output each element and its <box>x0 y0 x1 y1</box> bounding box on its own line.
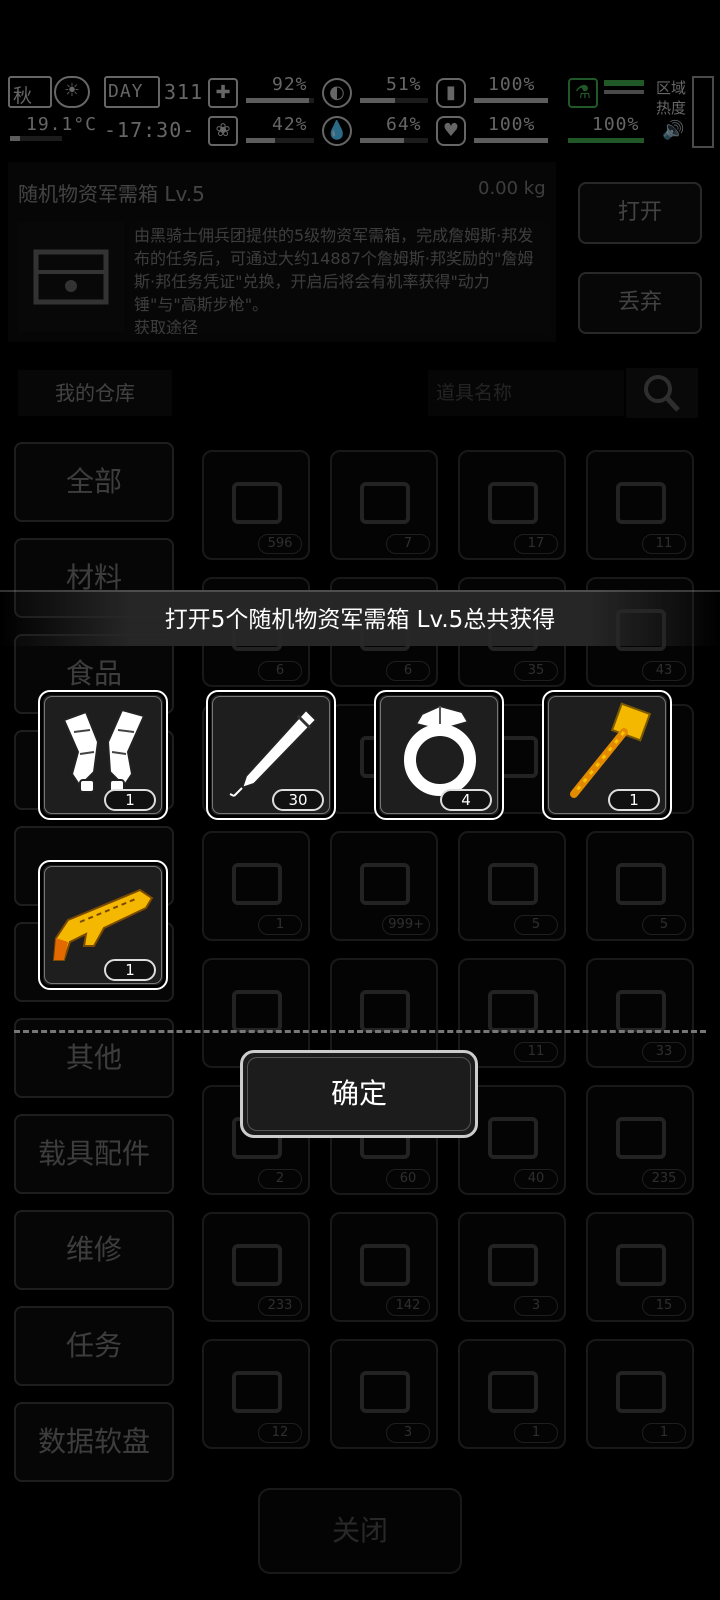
divider <box>14 1030 706 1033</box>
confirm-button[interactable]: 确定 <box>240 1050 478 1138</box>
reward-item-gauss-rifle[interactable]: 1 <box>38 860 168 990</box>
reward-item-power-armor-legs[interactable]: 1 <box>38 690 168 820</box>
reward-count: 1 <box>104 959 156 981</box>
reward-title: 打开5个随机物资军需箱 Lv.5总共获得 <box>164 607 556 633</box>
pen-icon <box>229 708 318 797</box>
reward-count: 1 <box>104 789 156 811</box>
reward-count: 1 <box>608 789 660 811</box>
power-hammer-icon <box>570 702 652 798</box>
power-armor-legs-icon <box>62 708 146 793</box>
reward-count: 30 <box>272 789 324 811</box>
reward-count: 4 <box>440 789 492 811</box>
gauss-rifle-icon <box>52 888 154 961</box>
reward-item-power-hammer[interactable]: 1 <box>542 690 672 820</box>
diamond-ring-icon <box>404 704 476 796</box>
reward-item-pen[interactable]: 30 <box>206 690 336 820</box>
reward-item-diamond-ring[interactable]: 4 <box>374 690 504 820</box>
